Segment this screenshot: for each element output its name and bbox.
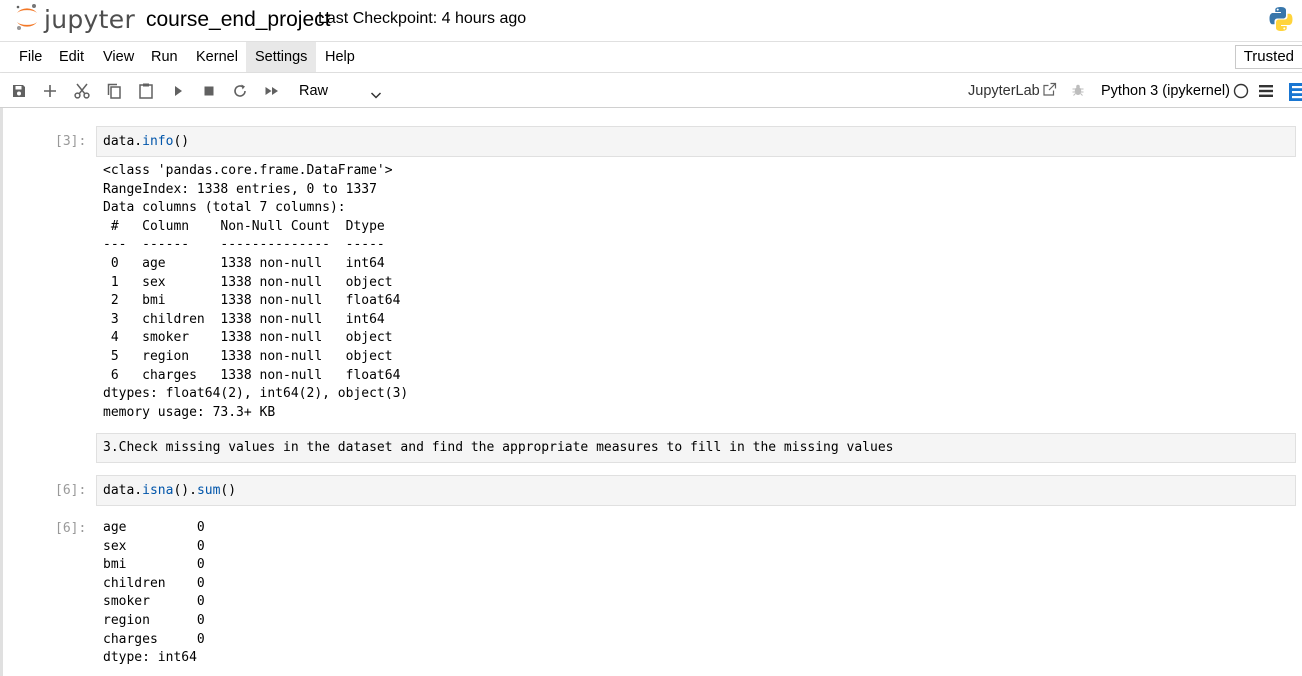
output-line: 1 sex 1338 non-null object	[103, 274, 401, 290]
code-text: data.info()	[103, 134, 189, 149]
jupyter-logo[interactable]: jupyter	[14, 2, 135, 36]
cell-type-select[interactable]: Raw	[292, 80, 388, 102]
notebook-header: jupyter course_end_project Last Checkpoi…	[0, 0, 1302, 41]
jupyter-logo-text: jupyter	[44, 4, 136, 34]
cell-type-value: Raw	[299, 83, 329, 99]
output-line: 4 smoker 1338 non-null object	[103, 330, 401, 346]
menu-help[interactable]: Help	[316, 42, 364, 72]
code-text: data.isna().sum()	[103, 483, 236, 498]
code-cell-input[interactable]: data.info()	[96, 126, 1296, 157]
add-cell-icon[interactable]	[40, 81, 60, 101]
output-line: bmi 0	[103, 557, 205, 573]
output-line: RangeIndex: 1338 entries, 0 to 1337	[103, 181, 377, 197]
menu-file[interactable]: File	[10, 42, 51, 72]
code-function: isna	[142, 483, 174, 498]
output-line: 2 bmi 1338 non-null float64	[103, 293, 401, 309]
restart-icon[interactable]	[230, 81, 250, 101]
output-line: 6 charges 1338 non-null float64	[103, 367, 401, 383]
notebook-title[interactable]: course_end_project	[146, 8, 330, 32]
python-logo-icon	[1266, 4, 1296, 39]
run-icon[interactable]	[168, 81, 188, 101]
code-cell-input[interactable]: data.isna().sum()	[96, 475, 1296, 506]
code-parens: ()	[220, 483, 237, 498]
kernel-name[interactable]: Python 3 (ipykernel)	[1101, 83, 1230, 99]
code-function: info	[142, 134, 174, 149]
code-object: data.	[103, 483, 143, 498]
menu-view[interactable]: View	[94, 42, 143, 72]
output-line: memory usage: 73.3+ KB	[103, 404, 276, 420]
cell-input-prompt: [6]:	[55, 483, 87, 498]
cell-output-prompt: [6]:	[55, 521, 87, 536]
menubar: File Edit View Run Kernel Settings Help …	[0, 41, 1302, 73]
output-line: dtypes: float64(2), int64(2), object(3)	[103, 386, 409, 402]
output-line: <class 'pandas.core.frame.DataFrame'>	[103, 163, 393, 178]
code-parens: ().	[173, 483, 197, 498]
code-function: sum	[196, 483, 221, 498]
output-line: --- ------ -------------- -----	[103, 237, 401, 253]
output-line: sex 0	[103, 538, 205, 554]
chevron-down-icon	[370, 85, 382, 107]
output-line: region 0	[103, 612, 205, 628]
save-icon[interactable]	[9, 81, 29, 101]
property-inspector-icon[interactable]	[1289, 83, 1302, 106]
markdown-cell[interactable]: 3.Check missing values in the dataset an…	[96, 433, 1296, 463]
output-line: charges 0	[103, 631, 205, 647]
cell-output-isna: age 0 sex 0 bmi 0 children 0 smoker 0 region …	[103, 519, 205, 668]
output-line: children 0	[103, 575, 205, 591]
output-line: 5 region 1338 non-null object	[103, 348, 401, 364]
cut-icon[interactable]	[72, 81, 92, 101]
notebook-toolbar: Raw JupyterLab Python 3 (ipykernel)	[0, 73, 1302, 108]
output-line: smoker 0	[103, 594, 205, 610]
debugger-bug-icon[interactable]	[1071, 83, 1085, 102]
output-line: age 0	[103, 520, 205, 535]
output-line: 0 age 1338 non-null int64	[103, 255, 401, 271]
menu-edit[interactable]: Edit	[50, 42, 93, 72]
copy-icon[interactable]	[104, 81, 124, 101]
hamburger-menu-icon[interactable]	[1259, 84, 1273, 103]
markdown-text: 3.Check missing values in the dataset an…	[103, 440, 894, 455]
output-line: 3 children 1338 non-null int64	[103, 311, 401, 327]
stop-icon[interactable]	[199, 81, 219, 101]
notebook-area: [3]: data.info() <class 'pandas.core.fra…	[0, 108, 1302, 676]
output-line: Data columns (total 7 columns):	[103, 200, 346, 216]
code-object: data.	[103, 134, 143, 149]
output-line: # Column Non-Null Count Dtype	[103, 218, 401, 234]
jupyterlab-link[interactable]: JupyterLab	[968, 83, 1040, 99]
cell-input-prompt: [3]:	[55, 134, 87, 149]
menu-run[interactable]: Run	[142, 42, 187, 72]
paste-icon[interactable]	[136, 81, 156, 101]
code-parens: ()	[173, 134, 190, 149]
kernel-idle-circle-icon	[1233, 83, 1249, 104]
menu-kernel[interactable]: Kernel	[187, 42, 247, 72]
cell-output-info: <class 'pandas.core.frame.DataFrame'> Ran…	[103, 162, 408, 422]
external-link-icon[interactable]	[1042, 82, 1057, 102]
fast-forward-icon[interactable]	[262, 81, 282, 101]
output-line: dtype: int64	[103, 650, 197, 666]
jupyter-logo-icon	[14, 2, 40, 37]
last-checkpoint: Last Checkpoint: 4 hours ago	[318, 10, 527, 27]
menu-settings[interactable]: Settings	[246, 42, 317, 72]
trusted-indicator[interactable]: Trusted	[1234, 45, 1302, 69]
